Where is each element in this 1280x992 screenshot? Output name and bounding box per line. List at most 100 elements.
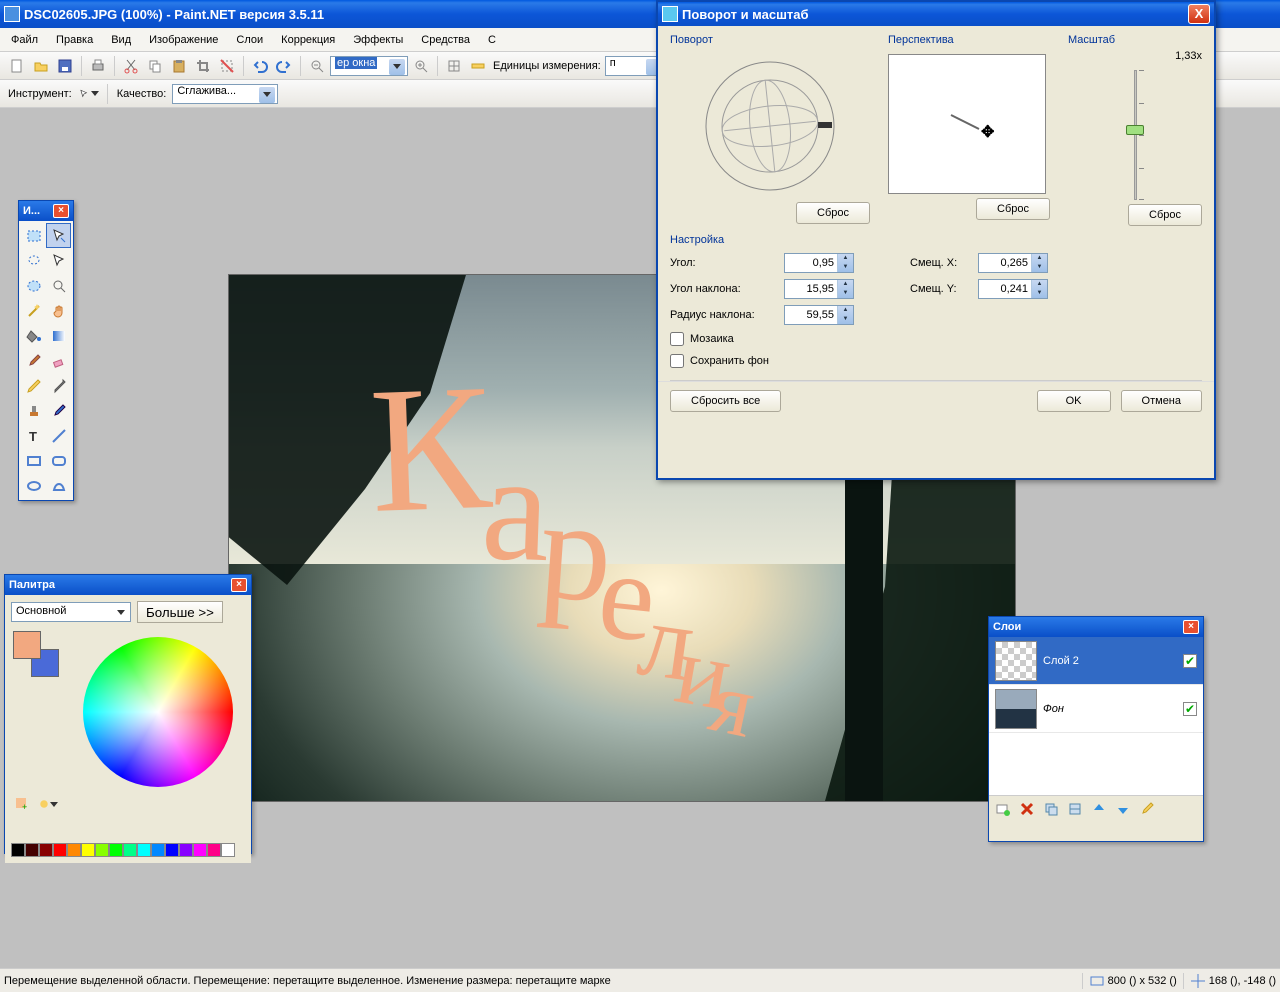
print-button[interactable] [87, 55, 109, 77]
new-button[interactable] [6, 55, 28, 77]
current-tool-button[interactable] [78, 83, 100, 105]
open-button[interactable] [30, 55, 52, 77]
duplicate-layer-button[interactable] [1041, 799, 1061, 819]
paste-button[interactable] [168, 55, 190, 77]
close-icon[interactable]: X [1188, 4, 1210, 24]
rotate-zoom-dialog[interactable]: Поворот и масштаб X Поворот Сброс Перспе… [656, 0, 1216, 480]
zoom-tool[interactable] [46, 273, 71, 298]
perspective-box[interactable]: ✥ [888, 54, 1046, 194]
layer-visibility-checkbox[interactable]: ✔ [1183, 702, 1197, 716]
keepbg-checkbox[interactable] [670, 354, 684, 368]
tilt-input[interactable]: ▲▼ [784, 279, 854, 299]
move-up-button[interactable] [1089, 799, 1109, 819]
zoom-out-button[interactable] [306, 55, 328, 77]
colors-panel-title[interactable]: Палитра × [5, 575, 251, 595]
close-icon[interactable]: × [231, 578, 247, 592]
add-layer-button[interactable] [993, 799, 1013, 819]
zoom-in-button[interactable] [410, 55, 432, 77]
dialog-titlebar[interactable]: Поворот и масштаб X [658, 2, 1214, 26]
offset-y-label: Смещ. Y: [910, 283, 972, 295]
zoom-combo[interactable]: ер окна [330, 56, 408, 76]
rotation-sphere[interactable] [700, 56, 840, 196]
crop-button[interactable] [192, 55, 214, 77]
freeform-tool[interactable] [46, 473, 71, 498]
tools-panel-title[interactable]: И... × [19, 201, 73, 221]
lasso-tool[interactable] [21, 248, 46, 273]
ellipse-select-tool[interactable] [21, 273, 46, 298]
reset-perspective-button[interactable]: Сброс [976, 198, 1050, 220]
layers-panel-title[interactable]: Слои × [989, 617, 1203, 637]
cancel-button[interactable]: Отмена [1121, 390, 1202, 412]
palette-menu-button[interactable] [37, 793, 59, 815]
undo-button[interactable] [249, 55, 271, 77]
merge-down-button[interactable] [1065, 799, 1085, 819]
clone-stamp-tool[interactable] [21, 398, 46, 423]
radius-input[interactable]: ▲▼ [784, 305, 854, 325]
move-down-button[interactable] [1113, 799, 1133, 819]
layer-properties-button[interactable] [1137, 799, 1157, 819]
magic-wand-tool[interactable] [21, 298, 46, 323]
scale-slider[interactable] [1123, 70, 1147, 200]
eyedropper-tool[interactable] [46, 373, 71, 398]
save-button[interactable] [54, 55, 76, 77]
text-tool[interactable]: T [21, 423, 46, 448]
gradient-tool[interactable] [46, 323, 71, 348]
layer-visibility-checkbox[interactable]: ✔ [1183, 654, 1197, 668]
offset-y-input[interactable]: ▲▼ [978, 279, 1048, 299]
offset-x-input[interactable]: ▲▼ [978, 253, 1048, 273]
palette-swatches[interactable] [11, 843, 245, 857]
colors-panel[interactable]: Палитра × Основной Больше >> + [4, 574, 252, 854]
rect-select-tool[interactable] [21, 223, 46, 248]
hand-tool[interactable] [46, 298, 71, 323]
menu-layers[interactable]: Слои [227, 31, 272, 49]
primary-secondary-swatch[interactable] [11, 629, 65, 675]
keepbg-label: Сохранить фон [690, 355, 769, 367]
menu-file[interactable]: Файл [2, 31, 47, 49]
menu-edit[interactable]: Правка [47, 31, 102, 49]
grid-button[interactable] [443, 55, 465, 77]
reset-rotation-button[interactable]: Сброс [796, 202, 870, 224]
angle-input[interactable]: ▲▼ [784, 253, 854, 273]
ruler-button[interactable] [467, 55, 489, 77]
pencil-tool[interactable] [21, 373, 46, 398]
deselect-button[interactable] [216, 55, 238, 77]
layers-panel[interactable]: Слои × Слой 2 ✔ Фон ✔ [988, 616, 1204, 842]
layer-thumbnail [995, 689, 1037, 729]
bucket-tool[interactable] [21, 323, 46, 348]
menu-cutoff[interactable]: С [479, 31, 505, 49]
tools-panel[interactable]: И... × T [18, 200, 74, 501]
delete-layer-button[interactable] [1017, 799, 1037, 819]
menu-effects[interactable]: Эффекты [344, 31, 412, 49]
mosaic-checkbox[interactable] [670, 332, 684, 346]
move-selection-tool[interactable] [46, 223, 71, 248]
reset-all-button[interactable]: Сбросить все [670, 390, 781, 412]
copy-button[interactable] [144, 55, 166, 77]
move-tool[interactable] [46, 248, 71, 273]
add-color-button[interactable]: + [11, 793, 33, 815]
menu-adjustments[interactable]: Коррекция [272, 31, 344, 49]
menu-tools[interactable]: Средства [412, 31, 479, 49]
ok-button[interactable]: OK [1037, 390, 1111, 412]
rectangle-tool[interactable] [21, 448, 46, 473]
brush-tool[interactable] [21, 348, 46, 373]
color-wheel[interactable] [83, 637, 233, 787]
recolor-tool[interactable] [46, 398, 71, 423]
primary-color[interactable] [13, 631, 41, 659]
layer-item[interactable]: Слой 2 ✔ [989, 637, 1203, 685]
rounded-rect-tool[interactable] [46, 448, 71, 473]
separator [107, 84, 108, 104]
more-colors-button[interactable]: Больше >> [137, 601, 223, 623]
eraser-tool[interactable] [46, 348, 71, 373]
line-tool[interactable] [46, 423, 71, 448]
close-icon[interactable]: × [1183, 620, 1199, 634]
ellipse-tool[interactable] [21, 473, 46, 498]
reset-scale-button[interactable]: Сброс [1128, 204, 1202, 226]
layer-item[interactable]: Фон ✔ [989, 685, 1203, 733]
quality-combo[interactable]: Сглажива... [172, 84, 278, 104]
redo-button[interactable] [273, 55, 295, 77]
menu-image[interactable]: Изображение [140, 31, 227, 49]
cut-button[interactable] [120, 55, 142, 77]
menu-view[interactable]: Вид [102, 31, 140, 49]
color-mode-combo[interactable]: Основной [11, 602, 131, 622]
close-icon[interactable]: × [53, 204, 69, 218]
